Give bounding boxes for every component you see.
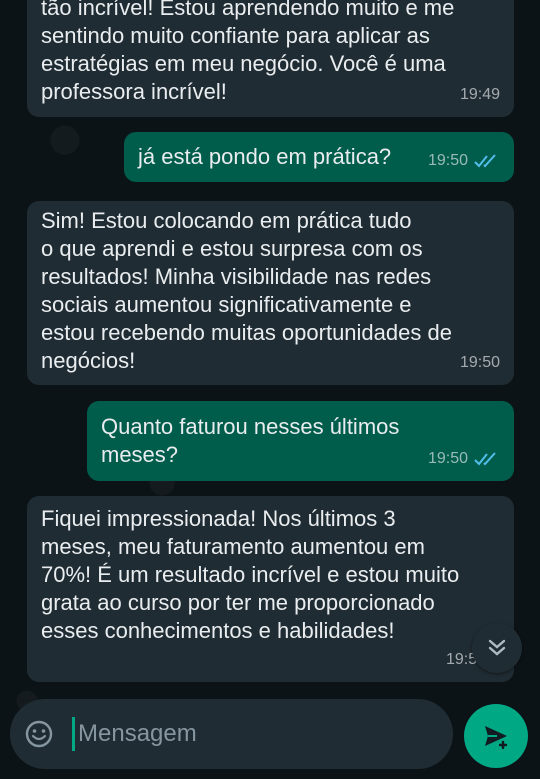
send-icon [485, 726, 508, 750]
message-text: tão incrível! Estou aprendendo muito e m… [41, 0, 455, 104]
message-composer[interactable]: Mensagem [10, 699, 453, 769]
double-check-read-icon [474, 452, 496, 466]
message-text: Sim! Estou colocando em prática tudo o q… [41, 208, 452, 373]
message-meta: 19:50 [460, 349, 500, 377]
double-check-read-icon [474, 154, 496, 168]
message-text: Fiquei impressionada! Nos últimos 3 mese… [41, 506, 460, 643]
text-cursor [72, 717, 75, 751]
message-input[interactable]: Mensagem [78, 720, 197, 748]
message-bubble-outgoing[interactable]: Quanto faturou nesses últimos meses? 19:… [87, 401, 514, 481]
send-button[interactable] [464, 704, 528, 768]
message-bubble-incoming[interactable]: Sim! Estou colocando em prática tudo o q… [27, 201, 514, 385]
message-time: 19:50 [459, 354, 500, 371]
message-meta: 19:50 [428, 147, 500, 175]
chat-area: tão incrível! Estou aprendendo muito e m… [0, 0, 540, 779]
message-meta: 19:49 [460, 81, 500, 109]
message-time: 19:49 [459, 86, 500, 103]
scroll-to-bottom-button[interactable] [472, 623, 522, 673]
message-time: 19:50 [427, 152, 468, 169]
message-bubble-incoming[interactable]: tão incrível! Estou aprendendo muito e m… [27, 0, 514, 117]
message-bubble-incoming[interactable]: Fiquei impressionada! Nos últimos 3 mese… [27, 496, 514, 682]
message-bubble-outgoing[interactable]: já está pondo em prática? 19:50 [124, 132, 514, 182]
double-chevron-down-icon [488, 639, 506, 656]
message-time: 19:50 [427, 450, 468, 467]
emoji-icon[interactable] [24, 719, 54, 749]
message-meta: 19:50 [428, 445, 500, 473]
